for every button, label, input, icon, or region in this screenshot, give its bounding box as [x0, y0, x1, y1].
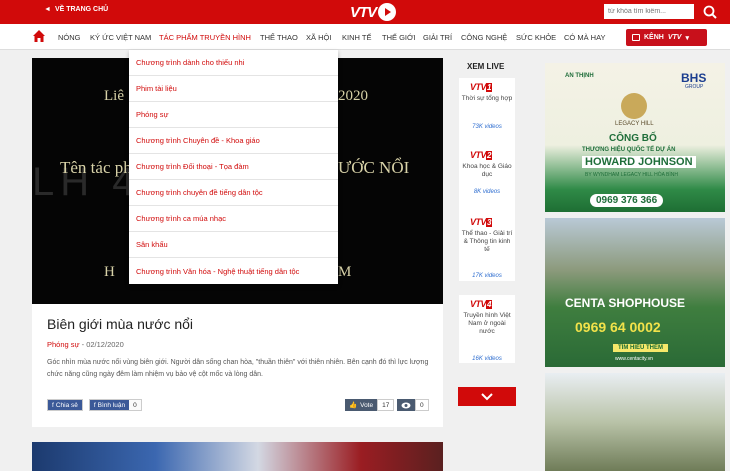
- arrow-left-icon: ◄: [44, 6, 51, 13]
- menu-item-van-hoa-nghe-thuat[interactable]: Chương trình Văn hóa - Nghệ thuật tiếng …: [129, 258, 338, 284]
- thumbs-up-icon: 👍: [349, 402, 358, 409]
- nav-item-nong[interactable]: NÓNG: [58, 33, 81, 42]
- menu-item-chuyen-de-khoa-giao[interactable]: Chương trình Chuyên đề - Khoa giáo: [129, 128, 338, 154]
- tac-pham-dropdown-menu: Chương trình dành cho thiếu nhi Phim tài…: [129, 50, 338, 284]
- next-article-thumbnail[interactable]: [32, 442, 443, 471]
- nav-item-ky-uc-viet-nam[interactable]: KÝ ỨC VIỆT NAM: [90, 33, 151, 42]
- video-line3-right: M: [338, 264, 352, 280]
- comment-count: 0: [133, 401, 137, 409]
- nav-item-the-thao[interactable]: THỂ THAO: [260, 33, 298, 42]
- channel-views: 73K videos: [472, 124, 502, 130]
- logo-text: VTV: [350, 3, 377, 21]
- live-channel-vtv1[interactable]: VTV1 Thời sự tổng hợp 73K videos: [459, 78, 515, 146]
- ad-url: www.centacity.vn: [615, 356, 653, 362]
- nav-item-kinh-te[interactable]: KINH TẾ: [342, 33, 371, 42]
- home-link[interactable]: ◄ VỀ TRANG CHỦ: [44, 6, 108, 13]
- live-channel-vtv4[interactable]: VTV4 Truyền hình Việt Nam ở ngoài nước 1…: [459, 295, 515, 363]
- search-input[interactable]: [604, 4, 694, 19]
- article-category[interactable]: Phóng sự: [47, 340, 80, 349]
- channel-logo: VTV1: [470, 82, 492, 92]
- video-line1-left: Liê: [104, 88, 124, 104]
- menu-item-san-khau[interactable]: Sân khấu: [129, 232, 338, 258]
- channel-logo: VTV3: [470, 217, 492, 227]
- home-link-label: VỀ TRANG CHỦ: [54, 6, 109, 13]
- article-title[interactable]: Biên giới mùa nước nổi: [47, 316, 193, 332]
- share-button[interactable]: f Chia sẻ: [47, 399, 83, 411]
- view-count: 0: [415, 399, 429, 411]
- nav-item-the-gioi[interactable]: THẾ GIỚI: [382, 33, 416, 42]
- home-icon[interactable]: [32, 29, 46, 43]
- channel-logo: VTV2: [470, 150, 492, 160]
- top-bar: ◄ VỀ TRANG CHỦ VTV: [0, 0, 730, 24]
- view-counter: 0: [397, 399, 429, 411]
- channel-desc: Khoa học & Giáo dục: [462, 163, 512, 178]
- article-date: - 02/12/2020: [79, 340, 124, 349]
- facebook-icon: f: [93, 401, 96, 409]
- ad-sub: THƯƠNG HIỆU QUỐC TẾ DỰ ÁN: [582, 147, 676, 153]
- facebook-icon: f: [52, 401, 54, 409]
- advertisement-legacy-hill[interactable]: AN THỊNH BHS GROUP LEGACY HILL CÔNG BỐ T…: [545, 63, 725, 212]
- article-excerpt: Góc nhìn mùa nước nổi vùng biên giới. Ng…: [47, 359, 429, 378]
- video-line2-right: ƯỚC NỔI: [338, 158, 410, 177]
- menu-item-tieng-dan-toc[interactable]: Chương trình chuyên đề tiếng dân tộc: [129, 180, 338, 206]
- menu-item-phong-su[interactable]: Phóng sự: [129, 102, 338, 128]
- channel-desc: Thể thao - Giải trí & Thông tin kinh tế: [461, 230, 513, 253]
- channel-views: 17K videos: [472, 273, 502, 279]
- ad-headline: CÔNG BỐ: [609, 133, 657, 144]
- menu-item-phim-tai-lieu[interactable]: Phim tài liệu: [129, 76, 338, 102]
- nav-item-xa-hoi[interactable]: XÃ HỘI: [306, 33, 331, 42]
- ad-name: HOWARD JOHNSON: [582, 156, 696, 168]
- channel-dropdown-button[interactable]: KÊNH VTV ▾: [626, 29, 707, 46]
- vote-button[interactable]: 👍 Vote 17: [345, 399, 395, 411]
- channel-desc: Truyền hình Việt Nam ở ngoài nước: [463, 312, 511, 335]
- search-icon[interactable]: [702, 4, 718, 20]
- ad-brand-right: BHS: [681, 71, 707, 85]
- menu-item-doi-thoai-toa-dam[interactable]: Chương trình Đối thoại - Tọa đàm: [129, 154, 338, 180]
- nav-item-giai-tri[interactable]: GIẢI TRÍ: [423, 33, 452, 42]
- live-section-title: XEM LIVE: [467, 62, 505, 71]
- ad-cta: TÌM HIỂU THÊM: [613, 344, 668, 352]
- ad-brand: CENTA SHOPHOUSE: [565, 296, 686, 310]
- ad-phone: 0969 64 0002: [575, 319, 661, 335]
- vote-count: 17: [377, 399, 395, 411]
- nav-item-cong-nghe[interactable]: CÔNG NGHỆ: [461, 33, 507, 42]
- nav-item-tac-pham-truyen-hinh[interactable]: TÁC PHẨM TRUYỀN HÌNH: [159, 33, 251, 42]
- share-label: Chia sẻ: [55, 401, 78, 409]
- video-line2-left: Tên tác ph: [60, 158, 132, 177]
- channel-logo: VTV: [667, 34, 682, 41]
- chevron-down-icon[interactable]: [458, 387, 516, 406]
- advertisement-centa-shophouse[interactable]: CENTA SHOPHOUSE 0969 64 0002 TÌM HIỂU TH…: [545, 218, 725, 367]
- vtv-logo[interactable]: VTV: [350, 2, 397, 22]
- main-nav: NÓNG KÝ ỨC VIỆT NAM TÁC PHẨM TRUYỀN HÌNH…: [0, 24, 730, 50]
- ad-name-sub: BY WYNDHAM LEGACY HILL HÒA BÌNH: [585, 172, 678, 178]
- channel-views: 8K videos: [473, 189, 501, 195]
- ad-brand-left: AN THỊNH: [565, 73, 594, 79]
- logo-play-icon: [378, 3, 397, 21]
- video-line1-right: 2020: [338, 88, 368, 104]
- comment-button[interactable]: f Bình luận 0: [88, 399, 142, 411]
- comment-label: Bình luận: [97, 401, 126, 409]
- nav-item-co-ma-hay[interactable]: CÓ MÀ HAY: [564, 33, 606, 42]
- advertisement-banner-3[interactable]: [545, 373, 725, 471]
- ad-project: LEGACY HILL: [615, 121, 654, 127]
- channel-logo: VTV4: [470, 299, 492, 309]
- vote-label: Vote: [360, 401, 374, 409]
- channel-views: 16K videos: [472, 356, 502, 362]
- tv-icon: [632, 34, 640, 41]
- menu-item-ca-mua-nhac[interactable]: Chương trình ca múa nhạc: [129, 206, 338, 232]
- live-channel-vtv2[interactable]: VTV2 Khoa học & Giáo dục 8K videos: [459, 146, 515, 214]
- video-line3-left: H: [104, 264, 115, 280]
- nav-item-suc-khoe[interactable]: SỨC KHỎE: [516, 33, 556, 42]
- ad-brand-right-sub: GROUP: [685, 84, 704, 90]
- eye-icon: [397, 399, 415, 411]
- ad-emblem: [621, 93, 647, 119]
- article-meta: Phóng sự - 02/12/2020: [47, 340, 124, 349]
- menu-item-thieu-nhi[interactable]: Chương trình dành cho thiếu nhi: [129, 50, 338, 76]
- ad-phone: 0969 376 366: [590, 194, 664, 207]
- live-channel-vtv3[interactable]: VTV3 Thể thao - Giải trí & Thông tin kin…: [459, 213, 515, 281]
- social-actions: f Chia sẻ f Bình luận 0: [47, 399, 142, 411]
- channel-label: KÊNH: [644, 34, 664, 41]
- channel-desc: Thời sự tổng hợp: [461, 95, 513, 102]
- caret-down-icon: ▾: [685, 34, 689, 42]
